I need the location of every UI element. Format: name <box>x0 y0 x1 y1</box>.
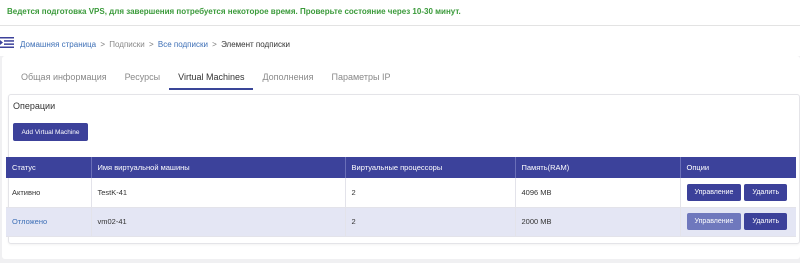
vm-vcpu: 2 <box>345 207 516 237</box>
column-vm-name: Имя виртуальной машины <box>91 157 346 178</box>
delete-button[interactable]: Удалить <box>744 183 788 201</box>
tab-ip-settings[interactable]: Параметры IP <box>322 68 399 90</box>
breadcrumb-separator: > <box>100 40 106 49</box>
vm-vcpu: 2 <box>345 178 516 208</box>
vm-table: Статус Имя виртуальной машины Виртуальны… <box>6 157 796 237</box>
breadcrumb-separator: > <box>148 40 154 49</box>
add-virtual-machine-button[interactable]: Add Virtual Machine <box>13 123 88 141</box>
table-header-row: Статус Имя виртуальной машины Виртуальны… <box>6 157 796 178</box>
manage-button[interactable]: Управление <box>686 213 742 230</box>
vm-options: Управление Удалить <box>680 178 796 208</box>
vm-name: TestK-41 <box>91 178 346 208</box>
column-status: Статус <box>6 157 92 178</box>
column-options: Опции <box>680 157 796 178</box>
breadcrumb-all-subscriptions[interactable]: Все подписки <box>158 40 208 49</box>
provisioning-notice: Ведется подготовка VPS, для завершения п… <box>0 0 800 26</box>
operations-title: Операции <box>13 101 56 111</box>
vm-ram: 4096 MB <box>515 178 681 208</box>
menu-toggle-icon[interactable] <box>0 37 14 48</box>
vm-status[interactable]: Отложено <box>6 207 92 237</box>
breadcrumb-separator: > <box>212 40 217 49</box>
vm-name: vm02-41 <box>91 207 346 237</box>
column-ram: Память(RAM) <box>515 157 681 178</box>
table-row: Отложено vm02-41 2 2000 MB Управление Уда… <box>6 207 796 237</box>
table-row: Активно TestK-41 2 4096 MB Управление Уда… <box>6 178 796 208</box>
vm-ram: 2000 MB <box>515 207 681 237</box>
tab-resources[interactable]: Ресурсы <box>116 68 170 90</box>
vm-status: Активно <box>6 178 92 208</box>
tab-addons[interactable]: Дополнения <box>253 68 322 90</box>
breadcrumb-subscriptions[interactable]: Подписки <box>109 40 144 49</box>
column-vcpu: Виртуальные процессоры <box>345 157 516 178</box>
delete-button[interactable]: Удалить <box>744 213 788 230</box>
main-content: Общая информация Ресурсы Virtual Machine… <box>2 56 800 259</box>
breadcrumb-current: Элемент подписки <box>221 40 290 49</box>
vm-options: Управление Удалить <box>680 207 796 237</box>
breadcrumb-home[interactable]: Домашняя страница <box>20 40 96 49</box>
manage-button[interactable]: Управление <box>686 183 742 201</box>
tab-overview[interactable]: Общая информация <box>12 68 116 90</box>
breadcrumb-bar: Домашняя страница > Подписки > Все подпи… <box>0 26 800 56</box>
tab-bar: Общая информация Ресурсы Virtual Machine… <box>12 68 399 90</box>
tab-virtual-machines[interactable]: Virtual Machines <box>169 68 254 90</box>
breadcrumb: Домашняя страница > Подписки > Все подпи… <box>20 40 290 49</box>
